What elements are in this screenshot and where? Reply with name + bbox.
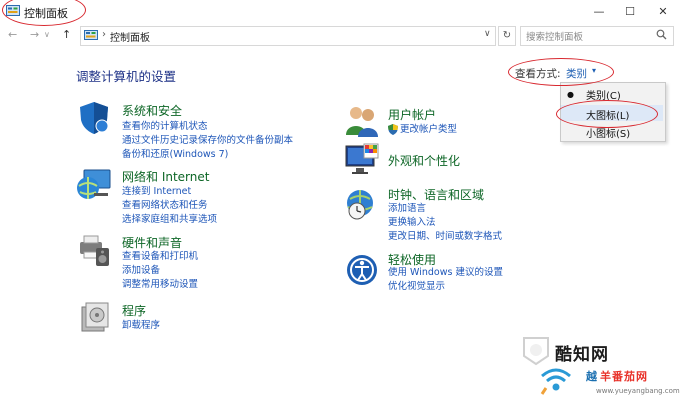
link-optimize-visual-display[interactable]: 优化视觉显示 — [388, 281, 445, 293]
link-change-account-type[interactable]: 更改帐户类型 — [400, 124, 457, 136]
category-ease-of-access[interactable]: 轻松使用 — [388, 251, 436, 268]
watermark-sub-prefix: 越 — [586, 370, 597, 383]
link-network-status[interactable]: 查看网络状态和任务 — [122, 200, 208, 212]
network-globe-icon — [77, 169, 111, 199]
link-windows-recommended-settings[interactable]: 使用 Windows 建议的设置 — [388, 267, 503, 279]
address-dropdown-icon[interactable]: ∨ — [484, 29, 491, 39]
wifi-watermark-icon — [540, 368, 571, 395]
link-uninstall-program[interactable]: 卸载程序 — [122, 320, 160, 332]
link-view-computer-status[interactable]: 查看你的计算机状态 — [122, 121, 208, 133]
refresh-button[interactable]: ↻ — [498, 26, 516, 46]
appearance-monitor-icon — [345, 143, 379, 174]
category-hardware-sound[interactable]: 硬件和声音 — [122, 234, 182, 251]
category-network-internet[interactable]: 网络和 Internet — [122, 168, 209, 185]
watermark-url: www.yueyangbang.com — [596, 387, 680, 395]
link-add-device[interactable]: 添加设备 — [122, 265, 160, 277]
search-placeholder: 搜索控制面板 — [526, 32, 584, 43]
annotation-ellipse-view-by — [508, 58, 614, 86]
search-icon — [656, 29, 667, 40]
link-connect-internet[interactable]: 连接到 Internet — [122, 186, 191, 198]
control-panel-icon — [84, 30, 98, 40]
link-devices-printers[interactable]: 查看设备和打印机 — [122, 251, 198, 263]
recent-dropdown-icon[interactable]: ∨ — [44, 30, 50, 39]
up-button[interactable]: ↑ — [62, 28, 71, 41]
user-accounts-icon — [346, 107, 378, 137]
watermark-sub-name: 羊番茄网 — [600, 370, 648, 383]
ease-of-access-icon — [347, 255, 377, 285]
annotation-ellipse-large-icons — [556, 100, 658, 128]
maximize-button[interactable]: ☐ — [615, 2, 645, 22]
category-appearance[interactable]: 外观和个性化 — [388, 152, 460, 169]
back-button[interactable]: ← — [8, 28, 17, 41]
title-bar — [0, 0, 682, 24]
shield-icon — [80, 102, 109, 134]
clock-globe-icon — [347, 190, 373, 220]
link-mobility-settings[interactable]: 调整常用移动设置 — [122, 279, 198, 291]
link-add-language[interactable]: 添加语言 — [388, 203, 426, 215]
programs-icon — [81, 302, 109, 332]
category-system-security[interactable]: 系统和安全 — [122, 102, 182, 119]
category-user-accounts[interactable]: 用户帐户 — [388, 106, 436, 123]
link-change-input-method[interactable]: 更换输入法 — [388, 217, 436, 229]
uac-shield-icon — [388, 124, 398, 135]
link-change-date-format[interactable]: 更改日期、时间或数字格式 — [388, 231, 502, 243]
forward-button[interactable]: → — [30, 28, 39, 41]
category-programs[interactable]: 程序 — [122, 302, 146, 319]
printer-speaker-icon — [80, 235, 109, 266]
breadcrumb[interactable]: 控制面板 — [110, 29, 150, 44]
link-backup-restore[interactable]: 备份和还原(Windows 7) — [122, 149, 228, 161]
category-clock-language-region[interactable]: 时钟、语言和区域 — [388, 186, 484, 203]
breadcrumb-separator: › — [102, 29, 106, 40]
minimize-button[interactable]: — — [584, 2, 614, 22]
close-button[interactable]: ✕ — [648, 2, 678, 22]
link-homegroup-sharing[interactable]: 选择家庭组和共享选项 — [122, 214, 217, 226]
page-title: 调整计算机的设置 — [76, 69, 177, 84]
selected-bullet-icon: ● — [567, 90, 574, 99]
link-file-history[interactable]: 通过文件历史记录保存你的文件备份副本 — [122, 135, 293, 147]
